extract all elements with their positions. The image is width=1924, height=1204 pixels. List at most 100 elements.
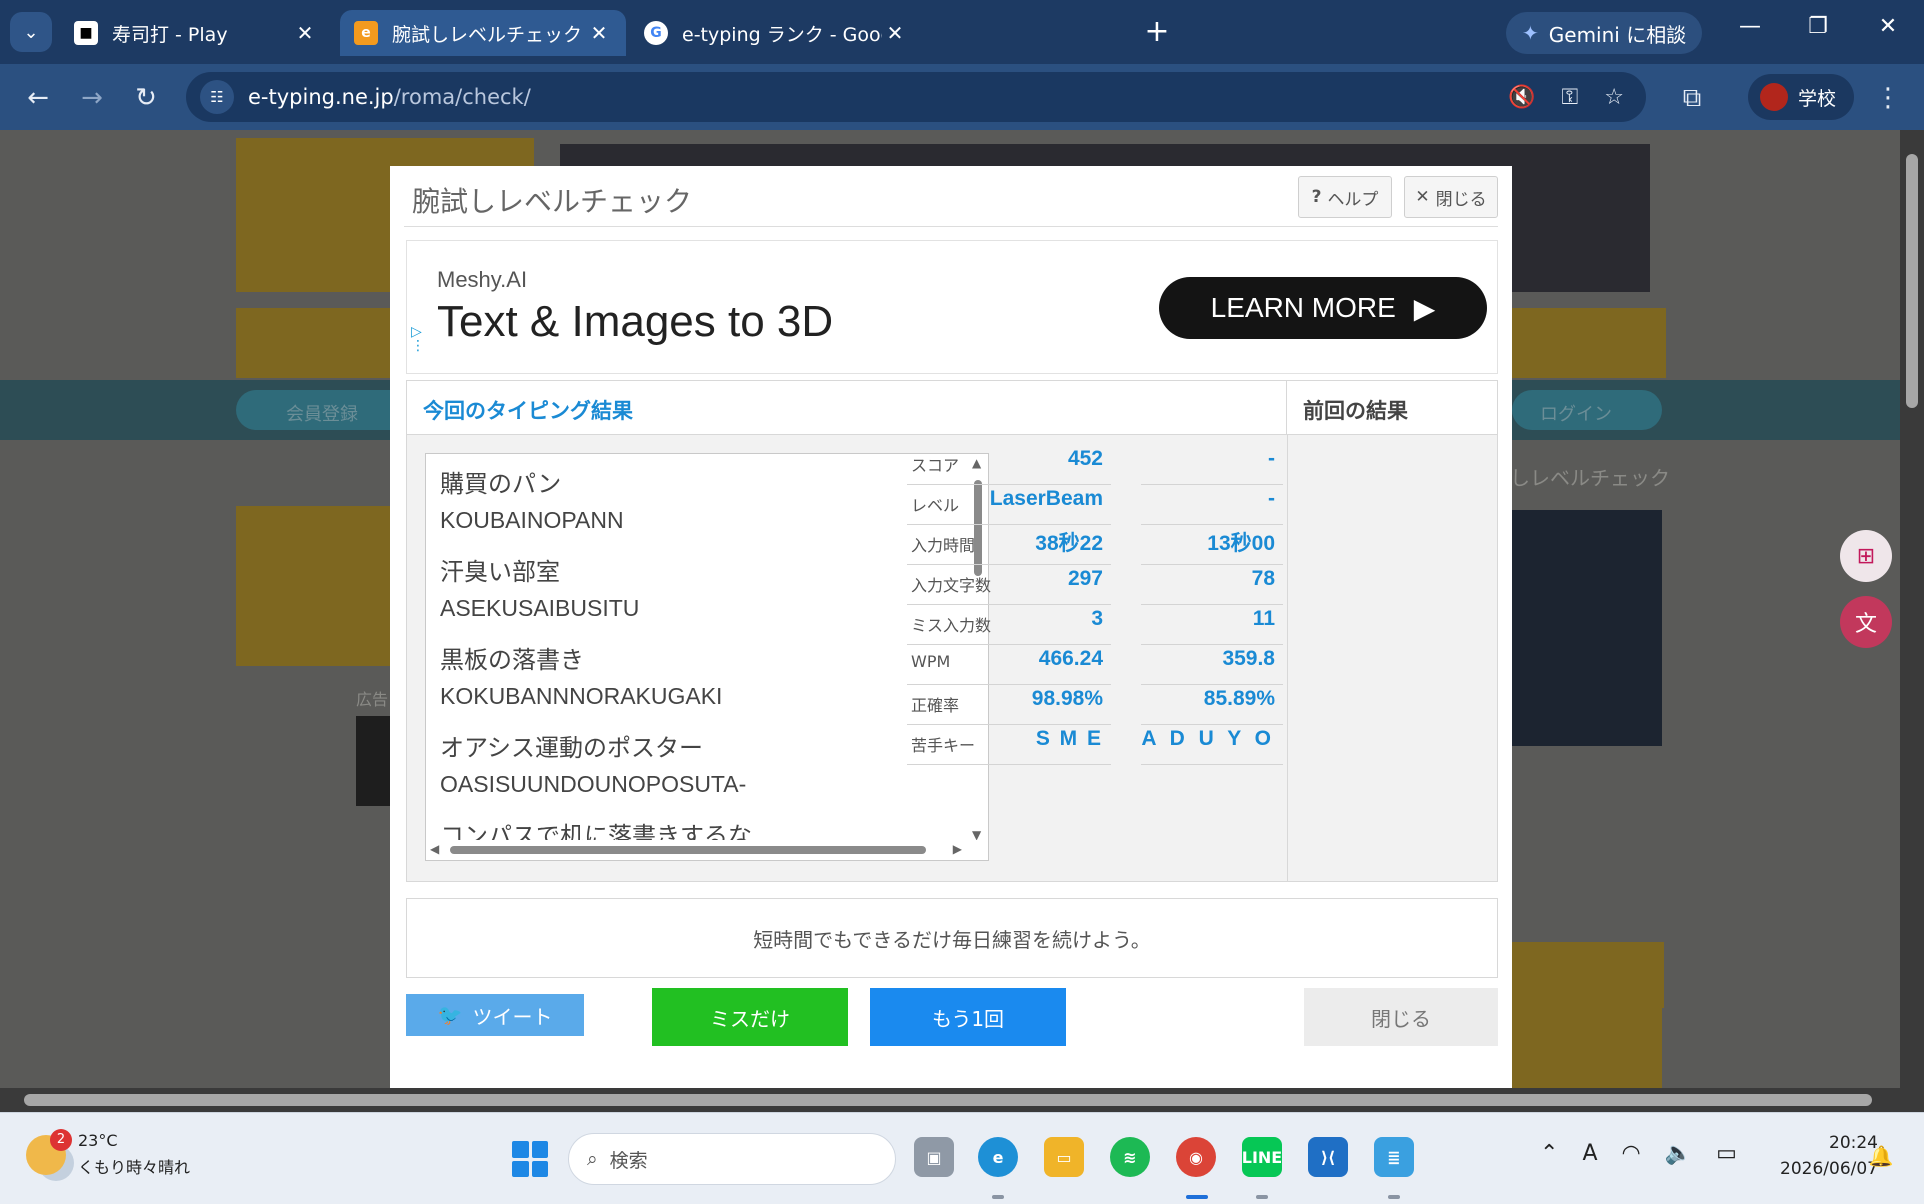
restore-icon[interactable]: ❐ [1798, 14, 1838, 39]
ime-a-icon[interactable]: A [1582, 1141, 1597, 1166]
url-text[interactable]: e-typing.ne.jp/roma/check/ [248, 85, 531, 109]
list-item: 汗臭い部室 ASEKUSAIBUSITU [440, 552, 988, 622]
volume-icon[interactable]: 🔈 [1665, 1141, 1692, 1166]
weather-widget[interactable]: 2 23°C くもり時々晴れ [26, 1128, 190, 1178]
scroll-left-arrow-icon[interactable]: ◀ [430, 842, 439, 856]
back-arrow-icon[interactable]: ← [18, 78, 58, 118]
prev-stat-value: - [1268, 487, 1275, 510]
stat-label: 入力文字数 [911, 576, 992, 595]
stat-label: ミス入力数 [911, 616, 992, 635]
notepad-icon[interactable]: ≣ [1374, 1137, 1414, 1177]
page-vertical-scrollbar[interactable] [1900, 130, 1924, 1112]
chevron-down-icon: ⌄ [23, 21, 39, 43]
search-icon: ⌕ [587, 1148, 598, 1170]
side-apps-icon[interactable]: ⊞ [1840, 530, 1892, 582]
stat-value: 466.24 [1038, 647, 1103, 670]
prev-stat-value: 11 [1252, 607, 1275, 630]
taskbar-search[interactable]: ⌕ 検索 [568, 1133, 896, 1185]
vscode-icon[interactable]: ⟩⟨ [1308, 1137, 1348, 1177]
stat-label: レベル [911, 496, 960, 515]
windows-start-icon[interactable] [512, 1141, 548, 1177]
chrome-icon[interactable]: ◉ [1176, 1137, 1216, 1177]
retry-button[interactable]: もう1回 [870, 988, 1066, 1046]
chevron-up-icon[interactable]: ⌃ [1540, 1141, 1558, 1166]
new-tab-plus-icon[interactable]: + [1140, 14, 1174, 49]
learn-more-button[interactable]: LEARN MORE ▶ [1159, 277, 1487, 339]
clock-time: 20:24 [1829, 1133, 1878, 1153]
file-explorer-icon[interactable]: ▭ [1044, 1137, 1084, 1177]
miss-only-button[interactable]: ミスだけ [652, 988, 848, 1046]
scroll-thumb[interactable] [450, 846, 926, 854]
prev-stat-value: 13秒00 [1207, 532, 1275, 555]
active-indicator [1186, 1195, 1208, 1199]
bg-level-check-card [236, 506, 396, 666]
minimize-icon[interactable]: — [1730, 14, 1770, 39]
tab-title: 寿司打 - Play [112, 23, 228, 46]
spotify-icon[interactable]: ≋ [1110, 1137, 1150, 1177]
window-close-icon[interactable]: ✕ [1868, 14, 1908, 39]
stat-value: LaserBeam [989, 487, 1103, 510]
prev-stat-value: - [1268, 447, 1275, 470]
profile-label: 学校 [1798, 87, 1837, 110]
page-horizontal-scrollbar[interactable] [0, 1088, 1924, 1112]
tab-sushida[interactable]: ■ 寿司打 - Play ✕ [60, 10, 332, 56]
typed-words-list[interactable]: 購買のパン KOUBAINOPANN 汗臭い部室 ASEKUSAIBUSITU … [425, 453, 989, 861]
bookmark-star-icon[interactable]: ☆ [1604, 85, 1624, 110]
temperature: 23°C [78, 1131, 118, 1150]
tab-google-search[interactable]: G e-typing ランク - Google 検索 ✕ [630, 10, 922, 56]
gemini-label: Gemini に相談 [1548, 22, 1687, 47]
clock[interactable]: 20:24 2026/06/07 [1766, 1133, 1878, 1179]
tab-title: e-typing ランク - Google 検索 [682, 23, 882, 46]
close-top-button[interactable]: ✕ 閉じる [1404, 176, 1498, 218]
line-icon[interactable]: LINE [1242, 1137, 1282, 1177]
address-bar[interactable]: ☷ e-typing.ne.jp/roma/check/ 🔇 ⚿ ☆ [186, 72, 1646, 122]
scroll-right-arrow-icon[interactable]: ▶ [953, 842, 962, 856]
word-japanese: 購買のパン [440, 470, 562, 498]
list-horizontal-scrollbar[interactable]: ◀ ▶ [426, 840, 988, 860]
notification-bell-icon[interactable]: 🔔 [1866, 1141, 1896, 1171]
running-indicator [1256, 1195, 1268, 1199]
site-info-icon[interactable]: ☷ [200, 80, 234, 114]
running-indicator [992, 1195, 1004, 1199]
scroll-thumb[interactable] [24, 1094, 1872, 1106]
close-tab-icon[interactable]: ✕ [882, 21, 908, 45]
bg-ad-label: 広告 [356, 692, 389, 709]
edge-icon[interactable]: e [978, 1137, 1018, 1177]
tab-level-check[interactable]: e 腕試しレベルチェック - インターネット ✕ [340, 10, 626, 56]
list-item: オアシス運動のポスター OASISUUNDOUNOPOSUTA- [440, 728, 988, 798]
stat-row-weak-keys: 苦手キー S M E [907, 717, 1111, 765]
adchoices-icon[interactable]: ▷ ⋮ [411, 325, 425, 353]
profile-button[interactable]: 学校 [1748, 74, 1855, 120]
message-text: 短時間でもできるだけ毎日練習を続けよう。 [753, 927, 1151, 952]
gemini-sparkle-icon: ✦ [1522, 21, 1539, 45]
ad-brand: Meshy.AI [437, 267, 528, 292]
bg-login-label: ログイン [1540, 404, 1612, 424]
side-translate-icon[interactable]: 文 [1840, 596, 1892, 648]
reload-icon[interactable]: ↻ [126, 78, 166, 118]
prev-stat-weak-keys: A D U Y O [1141, 717, 1283, 765]
tweet-button[interactable]: 🐦 ツイート [406, 994, 584, 1036]
gemini-button[interactable]: ✦ Gemini に相談 [1506, 12, 1703, 54]
tab-search-button[interactable]: ⌄ [10, 12, 52, 52]
task-view-icon[interactable]: ▣ [914, 1137, 954, 1177]
close-tab-icon[interactable]: ✕ [292, 21, 318, 45]
word-japanese: 汗臭い部室 [440, 558, 560, 586]
close-bottom-button[interactable]: 閉じる [1304, 988, 1498, 1046]
battery-icon[interactable]: ▭ [1716, 1141, 1737, 1166]
prev-stat-value: 85.89% [1203, 687, 1275, 710]
extensions-puzzle-icon[interactable]: ⧉ [1672, 78, 1712, 118]
clock-date: 2026/06/07 [1780, 1159, 1878, 1179]
advertisement[interactable]: Meshy.AI Text & Images to 3D LEARN MORE … [406, 240, 1498, 374]
forward-arrow-icon[interactable]: → [72, 78, 112, 118]
menu-kebab-icon[interactable]: ⋮ [1868, 78, 1908, 118]
help-button[interactable]: ? ヘルプ [1298, 176, 1392, 218]
key-icon[interactable]: ⚿ [1562, 85, 1579, 110]
miss-only-label: ミスだけ [710, 1006, 790, 1031]
scroll-thumb[interactable] [1906, 154, 1918, 408]
stat-label: 入力時間 [911, 536, 976, 555]
close-bottom-label: 閉じる [1371, 1006, 1431, 1031]
retry-label: もう1回 [931, 1006, 1005, 1031]
close-tab-icon[interactable]: ✕ [586, 21, 612, 45]
muted-speaker-icon[interactable]: 🔇 [1508, 85, 1535, 110]
wifi-icon[interactable]: ◠ [1622, 1141, 1641, 1166]
